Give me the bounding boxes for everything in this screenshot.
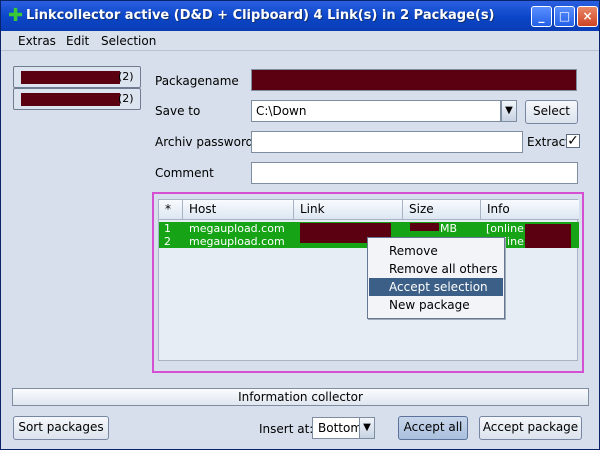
context-remove-all-others[interactable]: Remove all others: [369, 260, 503, 278]
package-count: (2): [118, 70, 134, 83]
package-item[interactable]: (2): [13, 88, 141, 110]
archive-password-label: Archiv password: [155, 135, 254, 149]
title-bar[interactable]: ✚ Linkcollector active (D&D + Clipboard)…: [1, 1, 599, 31]
close-button[interactable]: ×: [577, 6, 598, 27]
insert-at-label: Insert at:: [259, 422, 314, 436]
column-size[interactable]: Size: [403, 200, 481, 220]
insert-at-value: Bottom: [318, 421, 363, 435]
chevron-down-icon[interactable]: ▼: [359, 417, 375, 439]
redacted-package-name: [21, 93, 120, 106]
save-to-value: C:\Down: [256, 104, 307, 118]
redacted-package-name: [21, 71, 120, 84]
accept-package-button[interactable]: Accept package: [479, 416, 582, 440]
redacted-size: [410, 223, 439, 231]
extract-label: Extract: [527, 135, 570, 149]
context-remove[interactable]: Remove: [369, 242, 503, 260]
package-count: (2): [118, 92, 134, 105]
comment-field[interactable]: [251, 162, 578, 184]
select-button[interactable]: Select: [525, 100, 578, 124]
accept-all-button[interactable]: Accept all: [398, 416, 468, 440]
row-host: megaupload.com: [189, 222, 285, 235]
menu-selection[interactable]: Selection: [101, 34, 156, 48]
menu-edit[interactable]: Edit: [66, 34, 89, 48]
table-header: * Host Link Size Info: [159, 200, 579, 220]
column-info[interactable]: Info: [481, 200, 579, 220]
extract-checkbox[interactable]: ✓: [566, 134, 580, 148]
sort-packages-button[interactable]: Sort packages: [13, 416, 109, 440]
column-link[interactable]: Link: [294, 200, 403, 220]
linkcollector-window: ✚ Linkcollector active (D&D + Clipboard)…: [0, 0, 600, 450]
row-host: megaupload.com: [189, 235, 285, 248]
column-host[interactable]: Host: [183, 200, 294, 220]
window-title: Linkcollector active (D&D + Clipboard) 4…: [26, 8, 495, 23]
context-menu: Remove Remove all others Accept selectio…: [367, 237, 505, 319]
packagename-field[interactable]: [251, 69, 577, 91]
redacted-info: [525, 224, 571, 248]
column-star[interactable]: *: [159, 200, 183, 220]
menu-extras[interactable]: Extras: [18, 34, 56, 48]
save-to-field[interactable]: C:\Down: [251, 100, 501, 122]
packagename-label: Packagename: [155, 74, 239, 88]
archive-password-field[interactable]: [251, 131, 523, 153]
chevron-down-icon[interactable]: ▼: [501, 100, 517, 122]
context-new-package[interactable]: New package: [369, 296, 503, 314]
information-collector-bar[interactable]: Information collector: [12, 388, 589, 406]
row-number: 2: [164, 235, 171, 248]
context-accept-selection[interactable]: Accept selection: [369, 278, 503, 296]
package-item[interactable]: (2): [13, 66, 141, 88]
maximize-button[interactable]: □: [554, 6, 575, 27]
plus-icon: ✚: [8, 5, 24, 26]
comment-label: Comment: [155, 166, 214, 180]
menu-bar: Extras Edit Selection: [1, 31, 599, 51]
row-size: MB: [440, 222, 458, 235]
minimize-button[interactable]: _: [531, 6, 552, 27]
row-number: 1: [164, 222, 171, 235]
save-to-label: Save to: [155, 104, 201, 118]
